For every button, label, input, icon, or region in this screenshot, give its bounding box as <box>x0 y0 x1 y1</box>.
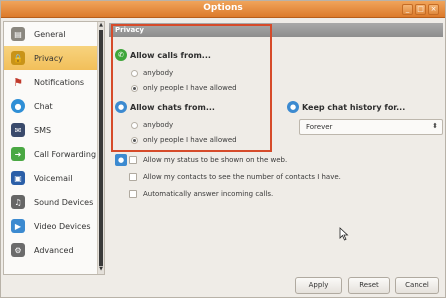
sidebar-item-advanced[interactable]: ⚙ Advanced <box>4 238 104 262</box>
advanced-gear-icon: ⚙ <box>11 243 25 257</box>
options-sidebar: ▤ General 🔒 Privacy ⚑ Notifications ● Ch… <box>3 21 105 275</box>
sidebar-item-video-devices[interactable]: ▶ Video Devices <box>4 214 104 238</box>
sidebar-item-voicemail[interactable]: ▣ Voicemail <box>4 166 104 190</box>
flag-icon: ⚑ <box>13 75 23 89</box>
checkbox-label: Allow my status to be shown on the web. <box>143 156 288 164</box>
chats-group-title: ● Allow chats from... <box>115 101 215 113</box>
sidebar-scrollbar[interactable]: ▲ ▼ <box>97 22 104 274</box>
chat-bubble-icon: ● <box>115 101 127 113</box>
close-button[interactable]: × <box>428 4 439 15</box>
sidebar-item-sound-devices[interactable]: ♫ Sound Devices <box>4 190 104 214</box>
window-controls: _ □ × <box>402 4 439 15</box>
sidebar-item-label: Privacy <box>34 53 63 63</box>
privacy-panel: Privacy ✆ Allow calls from... anybody on… <box>109 21 443 265</box>
calls-group-title: ✆ Allow calls from... <box>115 49 211 61</box>
chats-title-label: Allow chats from... <box>130 102 215 112</box>
sidebar-item-label: Advanced <box>34 245 74 255</box>
calls-title-label: Allow calls from... <box>130 50 211 60</box>
mouse-cursor-icon <box>339 227 349 241</box>
history-select-value: Forever <box>306 123 333 131</box>
general-icon: ▤ <box>11 27 25 41</box>
calls-option-anybody[interactable]: anybody <box>131 69 173 77</box>
calls-option-allowed[interactable]: only people I have allowed <box>131 84 237 92</box>
radio-label: anybody <box>143 69 174 77</box>
headset-icon: ♫ <box>11 195 25 209</box>
reset-button[interactable]: Reset <box>348 277 390 294</box>
radio-label: anybody <box>143 121 174 129</box>
web-status-icon: ● <box>115 154 127 166</box>
checkbox-label: Allow my contacts to see the number of c… <box>143 173 341 181</box>
sidebar-item-sms[interactable]: ✉ SMS <box>4 118 104 142</box>
cancel-button[interactable]: Cancel <box>395 277 439 294</box>
title-bar[interactable]: Options _ □ × <box>1 1 445 18</box>
calls-radio-anybody[interactable] <box>131 69 138 77</box>
scroll-up-icon[interactable]: ▲ <box>98 22 104 29</box>
checkbox-label: Automatically answer incoming calls. <box>143 190 274 198</box>
history-icon: ● <box>287 101 299 113</box>
select-arrows-icon: ⬍ <box>432 122 438 130</box>
sidebar-item-label: Call Forwarding <box>34 149 97 159</box>
checkbox-status-web[interactable]: Allow my status to be shown on the web. <box>129 156 287 164</box>
calls-radio-allowed[interactable] <box>131 84 138 92</box>
call-forwarding-icon: ➜ <box>11 147 25 161</box>
sidebar-item-label: SMS <box>34 125 52 135</box>
sidebar-item-call-forwarding[interactable]: ➜ Call Forwarding <box>4 142 104 166</box>
voicemail-icon: ▣ <box>11 171 25 185</box>
maximize-button[interactable]: □ <box>415 4 426 15</box>
options-window: Options _ □ × ▤ General 🔒 Privacy ⚑ Noti… <box>0 0 446 298</box>
history-group-title: ● Keep chat history for... <box>287 101 405 113</box>
chats-radio-allowed[interactable] <box>131 136 138 144</box>
sms-icon: ✉ <box>11 123 25 137</box>
sidebar-item-chat[interactable]: ● Chat <box>4 94 104 118</box>
dialog-buttons: Apply Reset Cancel <box>1 271 445 297</box>
phone-icon: ✆ <box>115 49 127 61</box>
radio-label: only people I have allowed <box>143 136 237 144</box>
checkbox-auto-answer[interactable]: Automatically answer incoming calls. <box>129 190 273 198</box>
sidebar-item-notifications[interactable]: ⚑ Notifications <box>4 70 104 94</box>
sidebar-item-label: Chat <box>34 101 53 111</box>
auto-answer-checkbox[interactable] <box>129 190 137 198</box>
history-select[interactable]: Forever ⬍ <box>299 119 443 135</box>
privacy-lock-icon: 🔒 <box>11 51 25 65</box>
radio-label: only people I have allowed <box>143 84 237 92</box>
status-web-checkbox[interactable] <box>129 156 137 164</box>
contacts-count-checkbox[interactable] <box>129 173 137 181</box>
chat-icon: ● <box>11 99 25 113</box>
sidebar-item-general[interactable]: ▤ General <box>4 22 104 46</box>
checkbox-contacts-count[interactable]: Allow my contacts to see the number of c… <box>129 173 341 181</box>
scrollbar-thumb[interactable] <box>99 30 103 266</box>
sidebar-item-privacy[interactable]: 🔒 Privacy <box>4 46 104 70</box>
sidebar-item-label: Sound Devices <box>34 197 94 207</box>
minimize-button[interactable]: _ <box>402 4 413 15</box>
video-device-icon: ▶ <box>11 219 25 233</box>
chats-option-anybody[interactable]: anybody <box>131 121 173 129</box>
window-title: Options <box>203 3 243 13</box>
sidebar-item-label: Voicemail <box>34 173 73 183</box>
history-title-label: Keep chat history for... <box>302 102 406 112</box>
sidebar-item-label: Notifications <box>34 77 85 87</box>
apply-button[interactable]: Apply <box>295 277 342 294</box>
chats-option-allowed[interactable]: only people I have allowed <box>131 136 237 144</box>
sidebar-item-label: Video Devices <box>34 221 91 231</box>
sidebar-item-label: General <box>34 29 66 39</box>
chats-radio-anybody[interactable] <box>131 121 138 129</box>
